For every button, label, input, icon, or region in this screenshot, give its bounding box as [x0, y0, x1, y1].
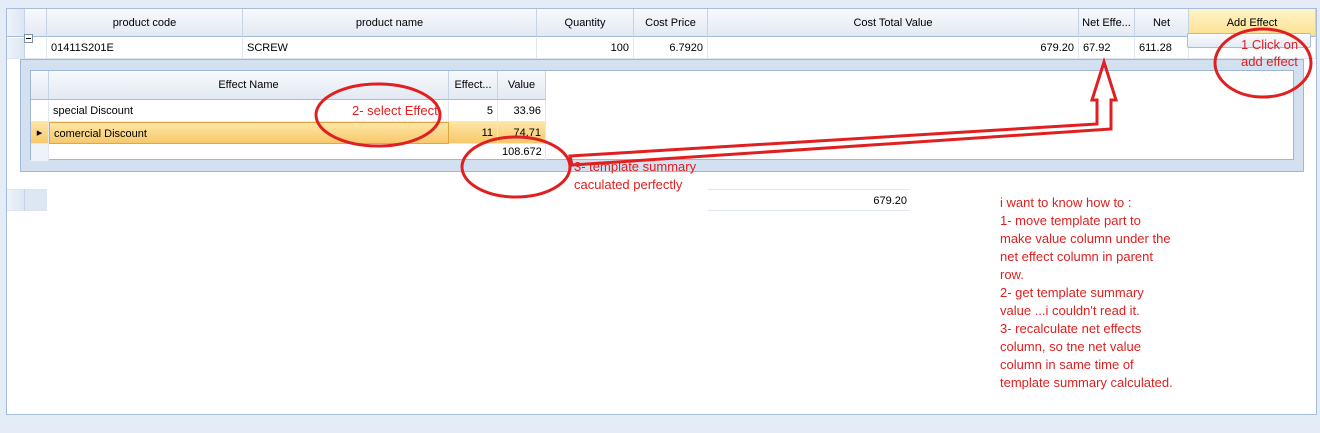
annotation-step1-line1: 1 Click on	[1241, 37, 1299, 52]
annotation-note: i want to know how to : 1- move template…	[1000, 194, 1173, 392]
note-line: 3- recalculate net effects	[1000, 321, 1142, 336]
note-line: net effect column in parent	[1000, 249, 1153, 264]
note-line: column, so tne net value	[1000, 339, 1141, 354]
note-line: template summary calculated.	[1000, 375, 1173, 390]
annotation-step3-line2: caculated perfectly	[574, 177, 683, 192]
annotation-step3-line1: 3- template summary	[574, 159, 697, 174]
note-line: make value column under the	[1000, 231, 1171, 246]
note-line: column in same time of	[1000, 357, 1134, 372]
annotation-step1-line2: add effect	[1241, 54, 1298, 69]
annotation-circle-summary	[460, 135, 572, 199]
note-line: i want to know how to :	[1000, 195, 1132, 210]
note-line: value ...i couldn't read it.	[1000, 303, 1140, 318]
annotation-step2: 2- select Effect	[352, 103, 438, 118]
note-line: row.	[1000, 267, 1024, 282]
annotation-arrow	[568, 57, 1119, 167]
note-line: 1- move template part to	[1000, 213, 1141, 228]
note-line: 2- get template summary	[1000, 285, 1144, 300]
